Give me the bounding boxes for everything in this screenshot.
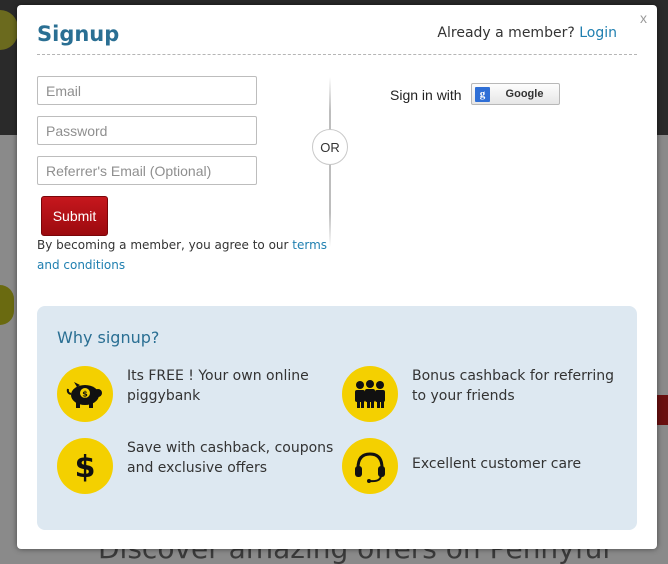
header-divider xyxy=(37,54,637,55)
member-prompt-text: Already a member? xyxy=(437,25,575,41)
terms-notice: By becoming a member, you agree to our t… xyxy=(37,235,337,275)
google-signin-button[interactable]: g Google xyxy=(471,83,560,105)
password-field[interactable] xyxy=(37,116,257,145)
piggybank-icon: $ xyxy=(57,366,113,422)
referrer-email-field[interactable] xyxy=(37,156,257,185)
benefit-referral-bonus: Bonus cashback for referring to your fri… xyxy=(412,368,615,404)
people-icon xyxy=(342,366,398,422)
dollar-icon: $ xyxy=(57,438,113,494)
sign-in-with-label: Sign in with xyxy=(390,87,462,103)
close-button[interactable]: x xyxy=(640,10,647,26)
svg-text:$: $ xyxy=(82,390,88,399)
benefit-free-piggybank: Its FREE ! Your own online piggybank xyxy=(127,368,309,404)
signup-modal: x Signup Already a member? Login Submit … xyxy=(17,5,657,549)
google-icon: g xyxy=(475,86,490,102)
svg-text:$: $ xyxy=(75,450,96,484)
email-field[interactable] xyxy=(37,76,257,105)
why-signup-panel: Why signup? $ Its FREE ! Your own online… xyxy=(37,306,637,530)
benefit-customer-care: Excellent customer care xyxy=(412,456,582,472)
why-signup-title: Why signup? xyxy=(57,328,160,347)
or-divider-label: OR xyxy=(312,129,348,165)
headset-icon xyxy=(342,438,398,494)
submit-button[interactable]: Submit xyxy=(41,196,108,236)
benefit-cashback-offers: Save with cashback, coupons and exclusiv… xyxy=(127,440,334,476)
terms-text: By becoming a member, you agree to our xyxy=(37,238,289,252)
google-button-label: Google xyxy=(505,88,544,100)
member-prompt: Already a member? Login xyxy=(437,25,617,41)
modal-title: Signup xyxy=(37,22,120,46)
login-link[interactable]: Login xyxy=(579,25,617,41)
